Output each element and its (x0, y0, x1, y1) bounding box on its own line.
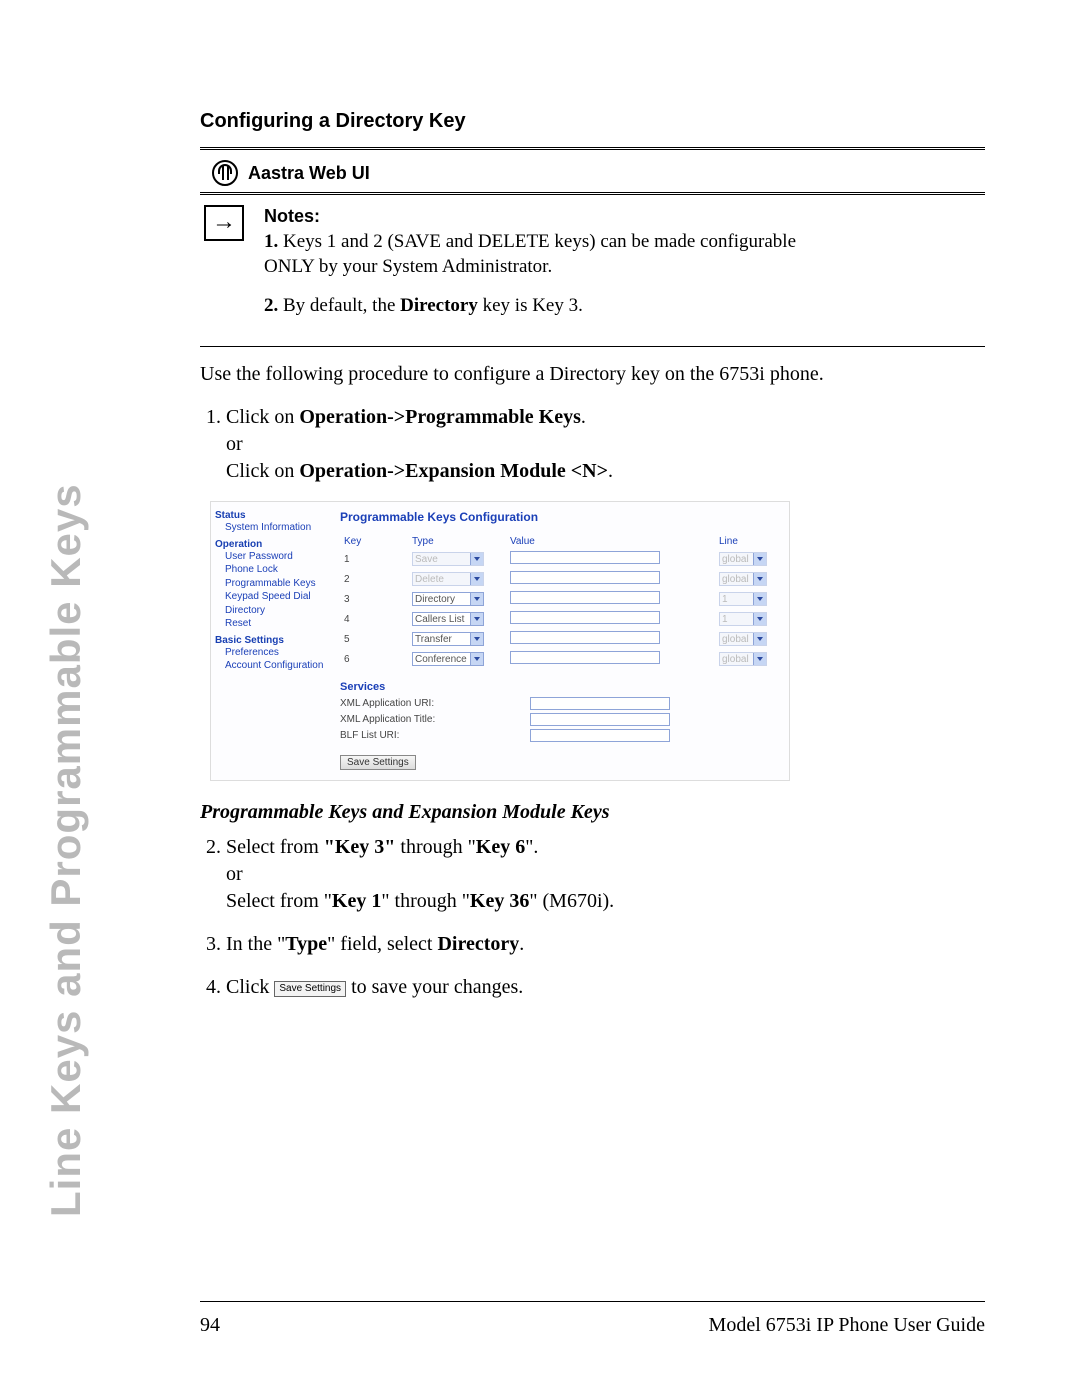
globe-icon (212, 160, 238, 186)
nav-item[interactable]: Account Configuration (225, 659, 326, 673)
value-input[interactable] (510, 651, 660, 664)
nav-item[interactable]: Reset (225, 617, 326, 631)
key-cell: 6 (340, 649, 408, 669)
webui-title: Programmable Keys Configuration (340, 510, 783, 524)
nav-item[interactable]: System Information (225, 521, 326, 535)
divider (200, 346, 985, 347)
table-row: 2 Delete global (340, 569, 783, 589)
services-title: Services (340, 681, 783, 693)
service-row: XML Application Title: (340, 713, 783, 726)
footer: 94 Model 6753i IP Phone User Guide (200, 1308, 985, 1337)
nav-head-basic: Basic Settings (215, 635, 326, 646)
table-row: 5 Transfer global (340, 629, 783, 649)
type-select: Delete (412, 572, 484, 586)
divider (200, 192, 985, 199)
xml-uri-input[interactable] (530, 697, 670, 710)
webui-nav: Status System Information Operation User… (211, 502, 326, 780)
value-input[interactable] (510, 591, 660, 604)
side-tab-text: Line Keys and Programmable Keys (42, 483, 90, 1217)
footer-rule (200, 1301, 985, 1302)
nav-head-operation: Operation (215, 539, 326, 550)
step-1: Click on Operation->Programmable Keys. o… (226, 404, 985, 485)
service-row: BLF List URI: (340, 729, 783, 742)
type-select[interactable]: Transfer (412, 632, 484, 646)
table-row: 3 Directory 1 (340, 589, 783, 609)
side-tab: Line Keys and Programmable Keys (50, 80, 165, 1337)
section-heading: Configuring a Directory Key (200, 110, 985, 133)
step-2: Select from "Key 3" through "Key 6". or … (226, 834, 985, 915)
nav-item[interactable]: Directory (225, 604, 326, 618)
nav-item[interactable]: Keypad Speed Dial (225, 590, 326, 604)
line-select: global (719, 572, 767, 586)
blf-uri-input[interactable] (530, 729, 670, 742)
type-select[interactable]: Callers List (412, 612, 484, 626)
webui-label: Aastra Web UI (248, 163, 370, 184)
line-select: 1 (719, 612, 767, 626)
notes-title: Notes: (264, 205, 824, 228)
step-3: In the "Type" field, select Directory. (226, 931, 985, 958)
nav-item[interactable]: Programmable Keys (225, 577, 326, 591)
col-line: Line (715, 534, 783, 549)
type-select[interactable]: Directory (412, 592, 484, 606)
line-select: global (719, 552, 767, 566)
key-cell: 5 (340, 629, 408, 649)
note-1: 1. Keys 1 and 2 (SAVE and DELETE keys) c… (264, 230, 824, 279)
table-row: 4 Callers List 1 (340, 609, 783, 629)
line-select: 1 (719, 592, 767, 606)
line-select: global (719, 652, 767, 666)
note-2: 2. By default, the Directory key is Key … (264, 294, 824, 319)
value-input[interactable] (510, 631, 660, 644)
step-4: Click Save Settings to save your changes… (226, 974, 985, 1001)
col-type: Type (408, 534, 506, 549)
col-key: Key (340, 534, 408, 549)
table-row: 1 Save global (340, 549, 783, 569)
footer-title: Model 6753i IP Phone User Guide (709, 1314, 985, 1337)
arrow-icon: → (204, 205, 244, 241)
save-settings-inline-button: Save Settings (274, 981, 346, 997)
service-row: XML Application URI: (340, 697, 783, 710)
xml-title-input[interactable] (530, 713, 670, 726)
webui-screenshot: Status System Information Operation User… (210, 501, 790, 781)
value-input[interactable] (510, 611, 660, 624)
type-select[interactable]: Conference (412, 652, 484, 666)
divider (200, 147, 985, 154)
type-select: Save (412, 552, 484, 566)
key-cell: 1 (340, 549, 408, 569)
pk-table: Key Type Value Line 1 Save global 2 Delete gl… (340, 534, 783, 669)
line-select: global (719, 632, 767, 646)
nav-item[interactable]: Preferences (225, 646, 326, 660)
col-value: Value (506, 534, 715, 549)
webui-header: Aastra Web UI (200, 154, 985, 192)
nav-head-status: Status (215, 510, 326, 521)
key-cell: 2 (340, 569, 408, 589)
key-cell: 3 (340, 589, 408, 609)
intro-text: Use the following procedure to configure… (200, 363, 985, 386)
nav-item[interactable]: User Password (225, 550, 326, 564)
key-cell: 4 (340, 609, 408, 629)
nav-item[interactable]: Phone Lock (225, 563, 326, 577)
subheading: Programmable Keys and Expansion Module K… (200, 801, 985, 824)
value-input[interactable] (510, 551, 660, 564)
value-input[interactable] (510, 571, 660, 584)
notes-block: → Notes: 1. Keys 1 and 2 (SAVE and DELET… (200, 199, 985, 342)
save-settings-button[interactable]: Save Settings (340, 755, 416, 770)
table-row: 6 Conference global (340, 649, 783, 669)
page-number: 94 (200, 1314, 220, 1337)
